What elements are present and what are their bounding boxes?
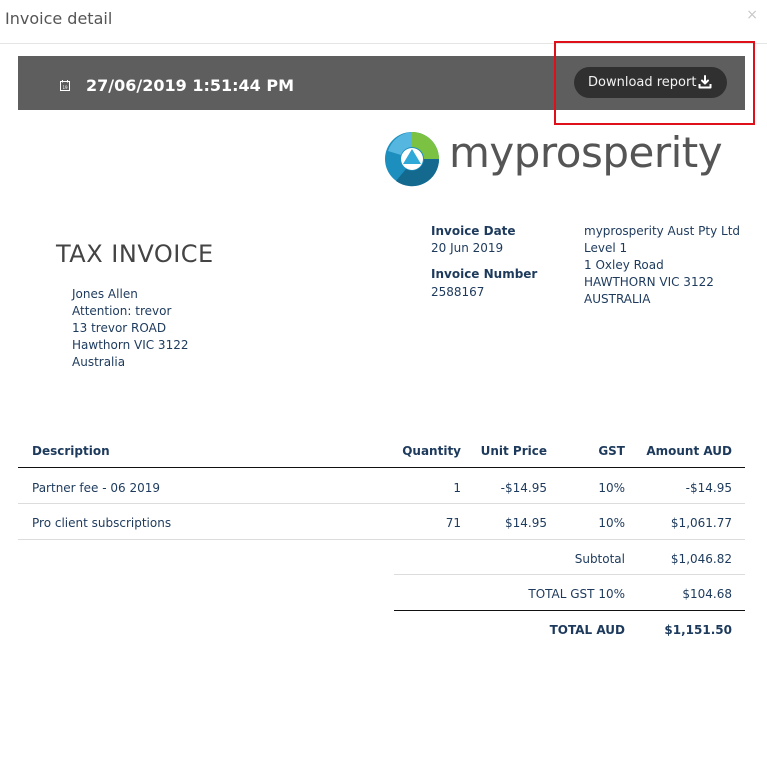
report-datetime: 27/06/2019 1:51:44 PM	[86, 76, 294, 95]
header-divider	[18, 467, 745, 468]
column-header-quantity: Quantity	[402, 444, 461, 458]
myprosperity-logo-icon	[385, 132, 440, 187]
row-amount: $1,061.77	[670, 516, 732, 530]
column-header-gst: GST	[598, 444, 625, 458]
column-header-amount: Amount AUD	[646, 444, 732, 458]
calendar-icon: 19	[60, 80, 70, 91]
row-unit-price: $14.95	[505, 516, 547, 530]
row-amount: -$14.95	[685, 481, 732, 495]
total-value: $1,151.50	[664, 623, 732, 637]
supplier-city: HAWTHORN VIC 3122	[584, 275, 714, 289]
column-header-unit-price: Unit Price	[480, 444, 547, 458]
calendar-day: 19	[62, 85, 68, 90]
customer-attention: Attention: trevor	[72, 304, 172, 318]
invoice-date-label: Invoice Date	[431, 224, 516, 238]
invoice-number-value: 2588167	[431, 285, 485, 299]
customer-country: Australia	[72, 355, 126, 369]
row-unit-price: -$14.95	[500, 481, 547, 495]
subtotal-label: Subtotal	[574, 552, 625, 566]
subtotal-divider	[394, 574, 745, 575]
supplier-country: AUSTRALIA	[584, 292, 651, 306]
modal-header: Invoice detail ×	[0, 0, 767, 44]
close-button[interactable]: ×	[746, 7, 758, 23]
invoice-heading: TAX INVOICE	[56, 240, 214, 268]
highlight-box	[554, 41, 755, 125]
row-description: Pro client subscriptions	[32, 516, 172, 530]
row-divider	[18, 539, 745, 540]
total-label: TOTAL AUD	[549, 623, 625, 637]
modal-title: Invoice detail	[5, 9, 113, 28]
row-quantity: 71	[445, 516, 461, 530]
gst-total-label: TOTAL GST 10%	[528, 587, 625, 601]
row-description: Partner fee - 06 2019	[32, 481, 160, 495]
customer-city: Hawthorn VIC 3122	[72, 338, 189, 352]
invoice-number-label: Invoice Number	[431, 267, 538, 281]
customer-name: Jones Allen	[72, 287, 138, 301]
customer-street: 13 trevor ROAD	[72, 321, 167, 335]
logo-wordmark: myprosperity	[449, 128, 723, 177]
supplier-level: Level 1	[584, 241, 628, 255]
gst-total-value: $104.68	[682, 587, 732, 601]
total-divider	[394, 610, 745, 611]
supplier-name: myprosperity Aust Pty Ltd	[584, 224, 741, 238]
invoice-date-value: 20 Jun 2019	[431, 241, 504, 255]
row-divider	[18, 503, 745, 504]
row-gst: 10%	[598, 516, 625, 530]
subtotal-value: $1,046.82	[670, 552, 732, 566]
supplier-street: 1 Oxley Road	[584, 258, 664, 272]
row-gst: 10%	[598, 481, 625, 495]
column-header-description: Description	[32, 444, 110, 458]
row-quantity: 1	[453, 481, 461, 495]
